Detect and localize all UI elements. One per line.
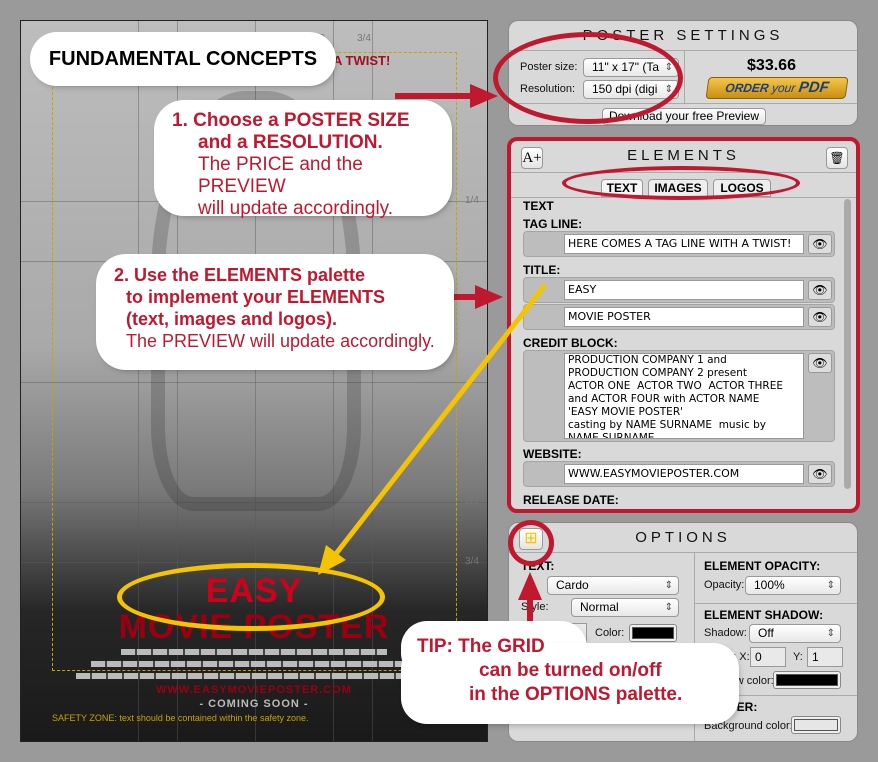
arrow-head xyxy=(518,572,542,600)
arrow-head xyxy=(470,84,498,108)
arrow-head xyxy=(475,285,503,309)
step1-callout: 1. Choose a POSTER SIZE and a RESOLUTION… xyxy=(158,104,448,219)
tip-callout: TIP: The GRID can be turned on/off in th… xyxy=(405,625,735,722)
heading-callout: FUNDAMENTAL CONCEPTS xyxy=(34,36,332,82)
step2-callout: 2. Use the ELEMENTS palette to implement… xyxy=(100,258,450,366)
